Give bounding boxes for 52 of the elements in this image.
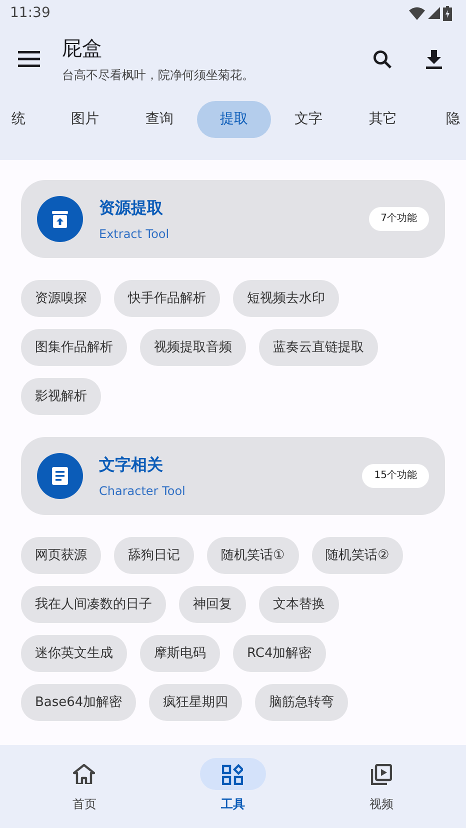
section-card[interactable]: 资源提取 Extract Tool 7个功能 <box>21 180 445 258</box>
tool-chip[interactable]: 网页获源 <box>21 537 101 574</box>
tool-chip[interactable]: 疯狂星期四 <box>149 684 242 721</box>
tab[interactable]: 文字 <box>271 101 346 138</box>
section-subtitle: Character Tool <box>99 484 186 498</box>
tool-chip[interactable]: 随机笑话① <box>207 537 299 574</box>
nav-item[interactable]: 首页 <box>24 745 144 828</box>
tool-chip[interactable]: Base64加解密 <box>21 684 136 721</box>
archive-icon <box>51 210 69 228</box>
signal-icon <box>428 7 440 19</box>
tool-chip[interactable]: 我在人间凑数的日子 <box>21 586 166 623</box>
tab[interactable]: 图片 <box>48 101 122 138</box>
tab[interactable]: 统 <box>12 101 48 138</box>
widgets-icon <box>222 764 244 784</box>
download-icon[interactable] <box>426 50 442 68</box>
tool-chip[interactable]: 随机笑话② <box>312 537 404 574</box>
battery-icon <box>443 6 452 20</box>
section-title: 资源提取 <box>99 198 164 218</box>
tool-chip[interactable]: 资源嗅探 <box>21 280 101 317</box>
tool-chip[interactable]: 神回复 <box>179 586 246 623</box>
home-icon <box>73 764 96 784</box>
tool-chip[interactable]: 视频提取音频 <box>140 329 246 366</box>
menu-icon[interactable] <box>18 51 40 67</box>
app-title: 屁盒 <box>62 34 103 62</box>
tool-chip[interactable]: 蓝奏云直链提取 <box>259 329 378 366</box>
count-badge: 15个功能 <box>362 464 429 488</box>
count-badge: 7个功能 <box>368 207 429 231</box>
section-title: 文字相关 <box>99 454 164 476</box>
section-card[interactable]: 文字相关 Character Tool 15个功能 <box>21 437 445 515</box>
app-subtitle: 台高不尽看枫叶，院净何须坐菊花。 <box>62 66 255 84</box>
video-library-icon <box>371 764 392 784</box>
tool-chip[interactable]: 影视解析 <box>21 378 101 415</box>
tab[interactable]: 隐 <box>420 101 460 138</box>
tab[interactable]: 提取 <box>196 101 271 138</box>
tool-chip[interactable]: 摩斯电码 <box>140 635 220 672</box>
search-icon[interactable] <box>373 50 392 68</box>
clock: 11:39 <box>10 5 50 21</box>
wifi-icon <box>409 6 425 20</box>
tab[interactable]: 其它 <box>346 101 420 138</box>
document-icon <box>52 467 68 485</box>
nav-item[interactable]: 工具 <box>172 745 293 828</box>
tab[interactable]: 查询 <box>122 101 196 138</box>
tool-chip[interactable]: 脑筋急转弯 <box>255 684 348 721</box>
tool-chip[interactable]: 快手作品解析 <box>114 280 220 317</box>
tool-chip[interactable]: 文本替换 <box>259 586 339 623</box>
section-subtitle: Extract Tool <box>99 226 170 240</box>
tool-chip[interactable]: 短视频去水印 <box>233 280 339 317</box>
nav-item[interactable]: 视频 <box>322 745 442 828</box>
tool-chip[interactable]: 图集作品解析 <box>21 329 127 366</box>
tool-chip[interactable]: RC4加解密 <box>233 635 326 672</box>
tool-chip[interactable]: 舔狗日记 <box>114 537 194 574</box>
tool-chip[interactable]: 迷你英文生成 <box>21 635 127 672</box>
